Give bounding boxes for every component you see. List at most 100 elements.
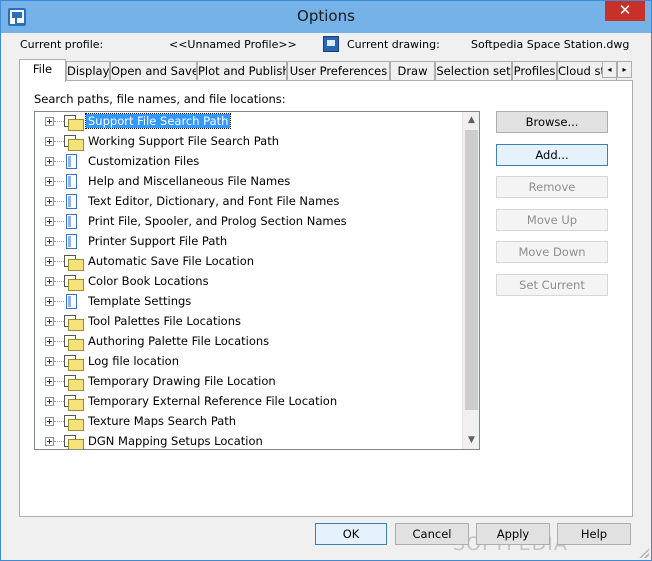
profile-row: Current profile: <<Unnamed Profile>> Cur… (1, 33, 651, 57)
tree-item-label: Customization Files (88, 154, 200, 168)
tree-item[interactable]: Automatic Save File Location (35, 252, 463, 272)
tree-item[interactable]: Support File Search Path (35, 112, 463, 132)
tree-item[interactable]: Temporary Drawing File Location (35, 372, 463, 392)
expand-plus-icon[interactable] (45, 277, 54, 286)
add-button[interactable]: Add... (496, 144, 608, 166)
window-title: Options (297, 7, 355, 25)
tab-profiles[interactable]: Profiles (512, 61, 557, 81)
tree-item-label: Printer Support File Path (88, 234, 228, 248)
tab-display[interactable]: Display (66, 61, 110, 81)
tree-item-label: Color Book Locations (88, 274, 209, 288)
tree-item[interactable]: Customization Files (35, 152, 463, 172)
apply-button[interactable]: Apply (476, 523, 550, 545)
folder-icon (64, 255, 84, 271)
expand-plus-icon[interactable] (45, 337, 54, 346)
tab-selection-set[interactable]: Selection set (435, 61, 512, 81)
folder-icon (64, 335, 84, 351)
expand-plus-icon[interactable] (45, 177, 54, 186)
tree-scrollbar[interactable]: ▲ ▼ (462, 112, 479, 449)
tree-item-label: Working Support File Search Path (88, 134, 280, 148)
tree-item-label: DGN Mapping Setups Location (88, 434, 263, 448)
move-down-button[interactable]: Move Down (496, 241, 608, 263)
folder-icon (64, 435, 84, 449)
tree-item-label: Text Editor, Dictionary, and Font File N… (88, 194, 340, 208)
folder-icon (64, 355, 84, 371)
current-drawing-value: Softpedia Space Station.dwg (471, 38, 630, 51)
expand-plus-icon[interactable] (45, 397, 54, 406)
folder-icon (64, 135, 84, 151)
tree-item[interactable]: Template Settings (35, 292, 463, 312)
folder-icon (64, 115, 84, 131)
expand-plus-icon[interactable] (45, 217, 54, 226)
search-paths-label: Search paths, file names, and file locat… (34, 92, 286, 106)
tree-item[interactable]: Temporary External Reference File Locati… (35, 392, 463, 412)
ok-button[interactable]: OK (315, 523, 387, 545)
file-icon (66, 294, 77, 309)
help-button[interactable]: Help (557, 523, 631, 545)
options-window: Options ✕ Current profile: <<Unnamed Pro… (0, 0, 652, 561)
expand-plus-icon[interactable] (45, 437, 54, 446)
tree-item-label: Temporary External Reference File Locati… (88, 394, 338, 408)
current-drawing-label: Current drawing: (347, 38, 440, 51)
close-button[interactable]: ✕ (605, 1, 645, 21)
tree-item-label: Help and Miscellaneous File Names (88, 174, 291, 188)
title-bar[interactable]: Options ✕ (1, 1, 651, 33)
tree-item[interactable]: DGN Mapping Setups Location (35, 432, 463, 449)
tree-item-label: Log file location (88, 354, 179, 368)
expand-plus-icon[interactable] (45, 297, 54, 306)
file-icon (66, 194, 77, 209)
search-paths-tree[interactable]: Support File Search Path Working Support… (34, 111, 480, 450)
scroll-thumb[interactable] (465, 130, 478, 410)
file-tab-panel: Search paths, file names, and file locat… (19, 80, 633, 517)
expand-plus-icon[interactable] (45, 137, 54, 146)
tree-item-label: Automatic Save File Location (88, 254, 255, 268)
browse-button[interactable]: Browse... (496, 111, 608, 133)
tab-open-and-save[interactable]: Open and Save (110, 61, 197, 81)
scroll-up-icon[interactable]: ▲ (463, 112, 479, 129)
expand-plus-icon[interactable] (45, 357, 54, 366)
tree-item[interactable]: Log file location (35, 352, 463, 372)
tree-item[interactable]: Text Editor, Dictionary, and Font File N… (35, 192, 463, 212)
cancel-button[interactable]: Cancel (395, 523, 469, 545)
tree-item-label: Tool Palettes File Locations (88, 314, 241, 328)
file-icon (66, 214, 77, 229)
tree-item[interactable]: Texture Maps Search Path (35, 412, 463, 432)
expand-plus-icon[interactable] (45, 377, 54, 386)
folder-icon (64, 275, 84, 291)
tree-item-label: Print File, Spooler, and Prolog Section … (88, 214, 347, 228)
current-profile-label: Current profile: (20, 38, 104, 51)
remove-button[interactable]: Remove (496, 176, 608, 198)
tab-strip: File Display Open and Save Plot and Publ… (19, 59, 633, 82)
tree-item-label: Template Settings (88, 294, 192, 308)
folder-icon (64, 315, 84, 331)
tree-item-label: Authoring Palette File Locations (88, 334, 270, 348)
folder-icon (64, 395, 84, 411)
current-profile-value: <<Unnamed Profile>> (169, 38, 297, 51)
scroll-down-icon[interactable]: ▼ (463, 432, 479, 449)
move-up-button[interactable]: Move Up (496, 209, 608, 231)
set-current-button[interactable]: Set Current (496, 274, 608, 296)
tab-user-preferences[interactable]: User Preferences (287, 61, 390, 81)
tab-scroll-left-icon[interactable]: ◂ (602, 61, 617, 78)
tab-draw[interactable]: Draw (390, 61, 435, 81)
tree-item[interactable]: Authoring Palette File Locations (35, 332, 463, 352)
file-icon (66, 154, 77, 169)
tree-item[interactable]: Working Support File Search Path (35, 132, 463, 152)
tree-item[interactable]: Help and Miscellaneous File Names (35, 172, 463, 192)
tab-file[interactable]: File (19, 59, 66, 82)
expand-plus-icon[interactable] (45, 197, 54, 206)
tree-item[interactable]: Tool Palettes File Locations (35, 312, 463, 332)
tree-item-label: Support File Search Path (84, 113, 232, 129)
resize-grip-icon[interactable] (639, 548, 649, 558)
expand-plus-icon[interactable] (45, 257, 54, 266)
tab-plot-and-publish[interactable]: Plot and Publish (197, 61, 287, 81)
expand-plus-icon[interactable] (45, 237, 54, 246)
expand-plus-icon[interactable] (45, 157, 54, 166)
tab-scroll-right-icon[interactable]: ▸ (617, 61, 632, 78)
expand-plus-icon[interactable] (45, 317, 54, 326)
tree-item[interactable]: Print File, Spooler, and Prolog Section … (35, 212, 463, 232)
tree-item[interactable]: Printer Support File Path (35, 232, 463, 252)
expand-plus-icon[interactable] (45, 417, 54, 426)
tree-item[interactable]: Color Book Locations (35, 272, 463, 292)
expand-plus-icon[interactable] (45, 117, 54, 126)
